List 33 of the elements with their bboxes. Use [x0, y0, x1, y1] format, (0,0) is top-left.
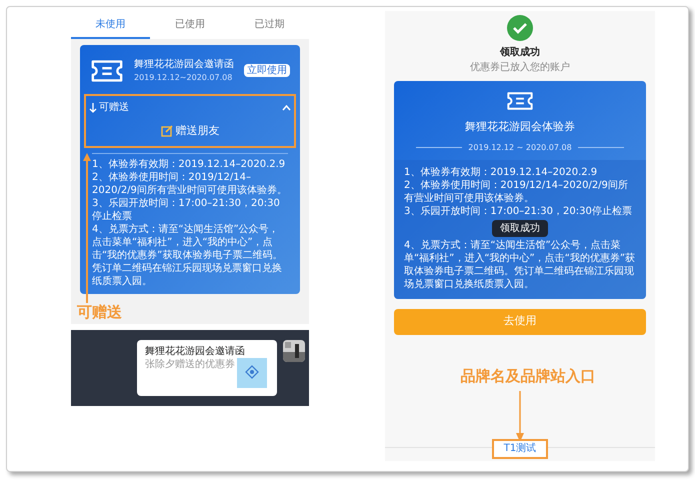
- status-title: 领取成功: [500, 46, 540, 60]
- message-subtitle: 张除夕赠送的优惠券: [145, 358, 236, 370]
- arrow-down-icon: [89, 102, 97, 112]
- coupon-thumbnail-icon: [237, 358, 267, 388]
- rule-text: 2、体验券使用时间：2019/12/14–2020/2/9间所有营业时间可使用该体验券。: [404, 178, 629, 204]
- brand-link[interactable]: T1测试: [492, 439, 548, 459]
- coupon-dates: 2019.12.12~2020.07.08: [134, 72, 234, 84]
- status-subtitle: 优惠券已放入您的账户: [470, 60, 570, 75]
- use-now-button[interactable]: 立即使用: [244, 64, 290, 77]
- rule-text: 3、乐园开放时间：17:00–21:30，20:30停止检票: [92, 196, 281, 222]
- coupon-title: 舞狸花花游园会邀请函: [134, 58, 234, 72]
- rule-text: 2、体验券使用时间：2019/12/14–2020/2/9间所有营业时间可使用该体验券。: [92, 170, 288, 196]
- edit-icon: [160, 125, 172, 138]
- coupon-dates: 2019.12.12 ~ 2020.07.08: [468, 142, 572, 154]
- rule-text: 3、乐园开放时间：17:00–21:30，20:30停止检票: [404, 204, 633, 218]
- chevron-up-icon[interactable]: [282, 104, 291, 110]
- success-check-icon: [507, 15, 533, 41]
- rule-text: 1、体验券有效期：2019.12.14–2020.2.9: [92, 158, 286, 170]
- rule-text: 1、体验券有效期：2019.12.14–2020.2.9: [404, 166, 598, 178]
- annotation-label: 可赠送: [77, 302, 122, 322]
- tab[interactable]: 已使用: [150, 11, 230, 39]
- message-title: 舞狸花花游园会邀请函: [145, 344, 246, 358]
- ticket-icon: [90, 58, 124, 82]
- rule-text: 4、兑票方式：请至“达闻生活馆”公众号，点击菜单“福利社”，进入“我的中心”，点击“我的优惠券”获取体验券电子票二维码。凭订单二维码在锦江乐园现场兑票窗口兑换纸质票入园。: [92, 222, 284, 288]
- giftable-label: 可赠送: [99, 100, 129, 115]
- rule-text: 4、兑票方式：请至“达闻生活馆”公众号，点击菜单“福利社”，进入“我的中心”，点击“我的优惠券”获取体验券电子票二维码。凭订单二维码在锦江乐园现场兑票窗口兑换纸质票入园。: [404, 238, 636, 290]
- gift-friend-button[interactable]: 赠送朋友: [160, 123, 220, 140]
- toast: 领取成功: [492, 220, 548, 236]
- ticket-icon: [506, 91, 534, 111]
- tab[interactable]: 已过期: [230, 11, 309, 39]
- tab[interactable]: 未使用: [71, 11, 150, 39]
- annotation-label: 品牌名及品牌站入口: [460, 366, 596, 386]
- coupon-title: 舞狸花花游园会体验券: [465, 119, 575, 135]
